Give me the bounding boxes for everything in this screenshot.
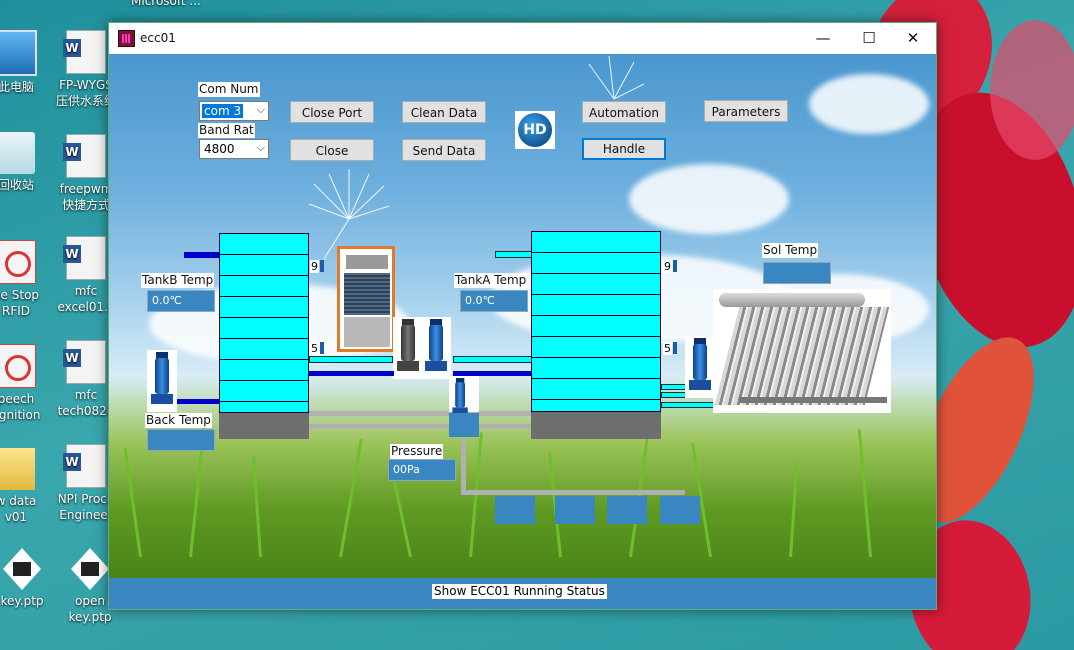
sol-temp-field [763,262,831,284]
app-window: ecc01 — ☐ ✕ Com Num com 3 ⌵ Band Rat 480… [108,22,937,610]
level-marker [673,342,677,354]
desktop-icon-speech-recognition[interactable]: peechognition [0,344,52,423]
pipe-blue-mid [309,371,394,376]
desktop-icon-recycle-bin[interactable]: 回收站 [0,132,52,193]
desktop-icon-key-ptp[interactable]: key.ptp [0,548,58,609]
level-marker [320,342,324,354]
recycle-bin-icon [0,132,35,174]
back-pump-icon [149,352,175,410]
com-num-label: Com Num [198,82,260,97]
chevron-down-icon: ⌵ [256,141,265,154]
pipe-gray-1 [309,411,531,416]
app-icon [118,30,135,47]
desktop-icon-label: 此电脑 [0,80,34,94]
desktop-icon-label: ne StopRFID [0,288,40,318]
automation-button[interactable]: Automation [582,101,666,123]
hd-icon: HD [515,111,555,149]
close-window-button[interactable]: ✕ [890,23,936,54]
parameters-button[interactable]: Parameters [704,100,788,122]
word-document-icon [63,340,106,384]
com-num-select[interactable]: com 3 ⌵ [199,101,269,121]
band-rate-value: 4800 [204,142,235,156]
tanka-inlet-pipe [495,251,533,258]
basin [495,496,535,524]
word-document-icon [63,30,106,74]
pdf-file-icon [0,240,36,284]
sol-temp-label: Sol Temp [762,243,819,258]
com-num-value: com 3 [202,104,244,118]
document-shortcut-icon [63,134,106,178]
send-data-button[interactable]: Send Data [402,139,486,161]
computer-icon [0,30,37,76]
pressure-label: Pressure [390,444,444,459]
band-rate-label: Band Rat [198,123,255,138]
pipe-cyan-top [309,356,393,363]
tanka-temp-label: TankA Temp [454,273,528,288]
heat-pump-unit [337,246,395,352]
tank-b-base [219,413,309,439]
back-temp-label: Back Temp [145,413,212,428]
drain-pipe-vertical [461,439,466,495]
solar-pump-icon [687,338,713,396]
pipe-cyan-a [453,356,533,363]
tankb-level-5: 5 [310,342,319,355]
tankb-temp-label: TankB Temp [141,273,215,288]
desktop-icon-label: w data v01 [0,494,37,524]
tank-b [219,233,309,413]
taskbar-top-text: Microsoft ... [131,0,201,8]
close-button[interactable]: Close [290,139,374,161]
pressure-field: 00Pa [388,459,456,481]
hd-badge: HD [518,113,552,147]
tankb-level-9: 9 [310,260,319,273]
handle-button[interactable]: Handle [582,138,666,160]
minimize-button[interactable]: — [800,23,846,54]
desktop-icon-this-pc[interactable]: 此电脑 [0,30,52,95]
tanka-temp-field: 0.0℃ [460,290,528,312]
tankb-temp-field: 0.0℃ [147,290,215,312]
back-temp-field [147,429,215,451]
close-port-button[interactable]: Close Port [290,101,374,123]
tank-a-base [531,412,661,439]
tanka-level-5: 5 [663,342,672,355]
clean-data-button[interactable]: Clean Data [402,101,486,123]
pressure-tank [449,413,479,437]
back-pipe [177,399,219,404]
pipe-gray-2 [309,424,531,429]
window-title: ecc01 [140,31,176,45]
folder-icon [0,448,35,490]
basin [607,496,647,524]
desktop-icon-one-stop-rfid[interactable]: ne StopRFID [0,240,52,319]
cloud [629,164,789,234]
pump-icon [395,319,421,377]
basin [660,496,700,524]
level-marker [320,260,324,272]
pump-icon [423,319,449,377]
drain-pipe-horizontal [461,490,685,495]
solar-pipe-3 [661,402,718,408]
chevron-down-icon: ⌵ [256,103,265,116]
band-rate-select[interactable]: 4800 ⌵ [199,139,269,159]
desktop-icon-raw-data[interactable]: w data v01 [0,448,52,525]
client-area: Com Num com 3 ⌵ Band Rat 4800 ⌵ Close Po… [109,54,936,609]
maximize-button[interactable]: ☐ [846,23,892,54]
shortcut-icon [3,548,41,590]
solar-collector-image [713,289,891,413]
word-document-icon [63,444,106,488]
shortcut-icon [71,548,109,590]
cloud [809,74,929,134]
desktop-icon-label: peechognition [0,392,41,422]
level-marker [673,260,677,272]
status-text: Show ECC01 Running Status [432,584,607,599]
tanka-level-9: 9 [663,260,672,273]
tankb-inlet-pipe [184,252,219,258]
word-document-icon [63,236,106,280]
desktop-icon-label: 回收站 [0,178,34,192]
basin [555,496,595,524]
tank-a [531,231,661,412]
pdf-file-icon [0,344,36,388]
title-bar[interactable]: ecc01 — ☐ ✕ [109,23,936,54]
desktop-icon-label: key.ptp [0,594,44,608]
